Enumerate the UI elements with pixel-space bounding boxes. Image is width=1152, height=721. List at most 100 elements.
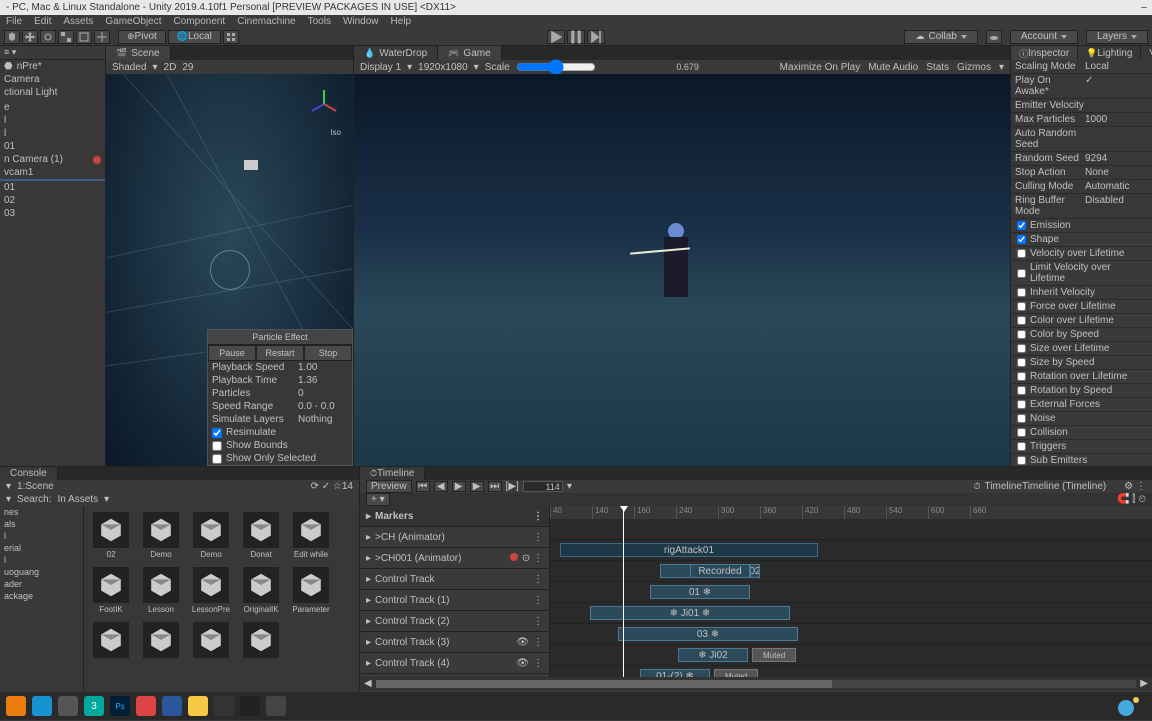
- muted-badge[interactable]: Muted: [714, 669, 758, 677]
- particle-module-row[interactable]: External Forces: [1011, 398, 1152, 412]
- stats-toggle[interactable]: Stats: [926, 62, 949, 73]
- project-tree-item[interactable]: als: [0, 518, 83, 530]
- timeline-clip[interactable]: 02: [750, 564, 760, 578]
- module-checkbox[interactable]: [1017, 302, 1026, 311]
- hierarchy-item[interactable]: 01: [0, 181, 105, 194]
- hierarchy-item[interactable]: 03: [0, 207, 105, 220]
- taskbar-app-icon[interactable]: [136, 696, 156, 716]
- rotate-tool[interactable]: [40, 30, 56, 44]
- menu-cinemachine[interactable]: Cinemachine: [237, 16, 295, 27]
- cloud-button[interactable]: [986, 30, 1002, 44]
- menu-file[interactable]: File: [6, 16, 22, 27]
- particle-module-row[interactable]: Inherit Velocity: [1011, 286, 1152, 300]
- timeline-frame-input[interactable]: [523, 481, 563, 492]
- minimize-button[interactable]: –: [1136, 0, 1152, 15]
- hierarchy-scene-root[interactable]: ⬣nPre*: [0, 60, 105, 73]
- inspector-value[interactable]: [1085, 128, 1148, 150]
- resimulate-checkbox[interactable]: [212, 428, 222, 438]
- inspector-value[interactable]: Local: [1085, 61, 1148, 72]
- shading-dropdown[interactable]: Shaded: [112, 62, 146, 73]
- taskbar-app-icon[interactable]: [162, 696, 182, 716]
- mute-toggle[interactable]: Mute Audio: [868, 62, 918, 73]
- module-checkbox[interactable]: [1017, 288, 1026, 297]
- transform-tool[interactable]: [94, 30, 110, 44]
- mode-2d-toggle[interactable]: 2D: [164, 62, 177, 73]
- show-only-selected-checkbox[interactable]: [212, 454, 222, 464]
- taskbar-app-icon[interactable]: [266, 696, 286, 716]
- menu-gameobject[interactable]: GameObject: [105, 16, 161, 27]
- inspector-value[interactable]: [1085, 100, 1148, 111]
- taskbar-app-icon[interactable]: [240, 696, 260, 716]
- particle-module-row[interactable]: Rotation over Lifetime: [1011, 370, 1152, 384]
- taskbar-app-icon[interactable]: [6, 696, 26, 716]
- menu-component[interactable]: Component: [174, 16, 226, 27]
- timeline-start-button[interactable]: ⏮: [416, 481, 430, 492]
- particle-module-row[interactable]: Rotation by Speed: [1011, 384, 1152, 398]
- visibility-icon[interactable]: 👁: [516, 658, 529, 669]
- module-checkbox[interactable]: [1017, 269, 1026, 278]
- project-asset-item[interactable]: Parameter: [290, 567, 332, 614]
- particle-module-row[interactable]: Force over Lifetime: [1011, 300, 1152, 314]
- timeline-playhead[interactable]: [623, 506, 624, 677]
- inspector-value[interactable]: 1000: [1085, 114, 1148, 125]
- maximize-toggle[interactable]: Maximize On Play: [780, 62, 861, 73]
- collab-dropdown[interactable]: ☁ Collab: [904, 30, 977, 44]
- project-tree-item[interactable]: uoguang: [0, 566, 83, 578]
- timeline-clip-row[interactable]: rigAttack01: [550, 540, 1152, 561]
- menu-edit[interactable]: Edit: [34, 16, 51, 27]
- project-asset-item[interactable]: FootIK: [90, 567, 132, 614]
- project-asset-item[interactable]: Lesson: [140, 567, 182, 614]
- timeline-clip[interactable]: 03 ❄: [618, 627, 798, 641]
- timeline-clip-row[interactable]: [550, 519, 1152, 540]
- resolution-dropdown[interactable]: 1920x1080: [418, 62, 468, 73]
- menu-window[interactable]: Window: [343, 16, 379, 27]
- particle-pause-button[interactable]: Pause: [208, 345, 256, 361]
- project-asset-item[interactable]: [190, 622, 232, 660]
- inspector-value[interactable]: Automatic: [1085, 181, 1148, 192]
- hierarchy-item[interactable]: l: [0, 127, 105, 140]
- particle-module-row[interactable]: Color by Speed: [1011, 328, 1152, 342]
- timeline-track-header[interactable]: ▸>CH (Animator) ⋮: [360, 527, 549, 548]
- particle-module-row[interactable]: Size over Lifetime: [1011, 342, 1152, 356]
- project-asset-item[interactable]: Demo: [140, 512, 182, 559]
- project-tree-item[interactable]: l: [0, 554, 83, 566]
- menu-tools[interactable]: Tools: [308, 16, 331, 27]
- taskbar-app-icon[interactable]: Ps: [110, 696, 130, 716]
- project-asset-item[interactable]: Donat: [240, 512, 282, 559]
- move-tool[interactable]: [22, 30, 38, 44]
- project-asset-item[interactable]: Demo: [190, 512, 232, 559]
- timeline-clip-row[interactable]: 01Recorded02: [550, 561, 1152, 582]
- timeline-clip-row[interactable]: ❄ Ji02Muted: [550, 645, 1152, 666]
- module-checkbox[interactable]: [1017, 428, 1026, 437]
- module-checkbox[interactable]: [1017, 235, 1026, 244]
- veryanim-tab[interactable]: VeryA: [1141, 46, 1152, 60]
- project-tree-item[interactable]: nes: [0, 506, 83, 518]
- timeline-tab[interactable]: ⏱ Timeline: [360, 467, 425, 480]
- game-viewport[interactable]: [354, 74, 1010, 466]
- timeline-clip-row[interactable]: 03 ❄: [550, 624, 1152, 645]
- module-checkbox[interactable]: [1017, 344, 1026, 353]
- orientation-gizmo[interactable]: [303, 84, 343, 124]
- module-checkbox[interactable]: [1017, 372, 1026, 381]
- game-tab[interactable]: 🎮 Game: [438, 46, 501, 60]
- inspector-tab[interactable]: ⓘ Inspector: [1011, 46, 1078, 60]
- timeline-clip-row[interactable]: ❄ Ji01 ❄: [550, 603, 1152, 624]
- project-asset-item[interactable]: 02: [90, 512, 132, 559]
- hierarchy-item[interactable]: l: [0, 114, 105, 127]
- timeline-clip-row[interactable]: 01 ❄: [550, 582, 1152, 603]
- scene-viewport[interactable]: Iso Particle Effect Pause Restart Stop P…: [106, 74, 353, 466]
- inspector-value[interactable]: Disabled: [1085, 195, 1148, 217]
- taskbar-app-icon[interactable]: [32, 696, 52, 716]
- scale-slider[interactable]: [516, 59, 596, 75]
- module-checkbox[interactable]: [1017, 358, 1026, 367]
- gizmos-toggle[interactable]: Gizmos: [957, 62, 991, 73]
- module-checkbox[interactable]: [1017, 456, 1026, 465]
- module-checkbox[interactable]: [1017, 400, 1026, 409]
- project-asset-item[interactable]: OriginalIK: [240, 567, 282, 614]
- particle-module-row[interactable]: Sub Emitters: [1011, 454, 1152, 466]
- module-checkbox[interactable]: [1017, 249, 1026, 258]
- particle-module-row[interactable]: Collision: [1011, 426, 1152, 440]
- particle-stop-button[interactable]: Stop: [304, 345, 352, 361]
- particle-module-row[interactable]: Shape: [1011, 233, 1152, 247]
- timeline-track-header[interactable]: ▸Control Track (3)👁 ⋮: [360, 632, 549, 653]
